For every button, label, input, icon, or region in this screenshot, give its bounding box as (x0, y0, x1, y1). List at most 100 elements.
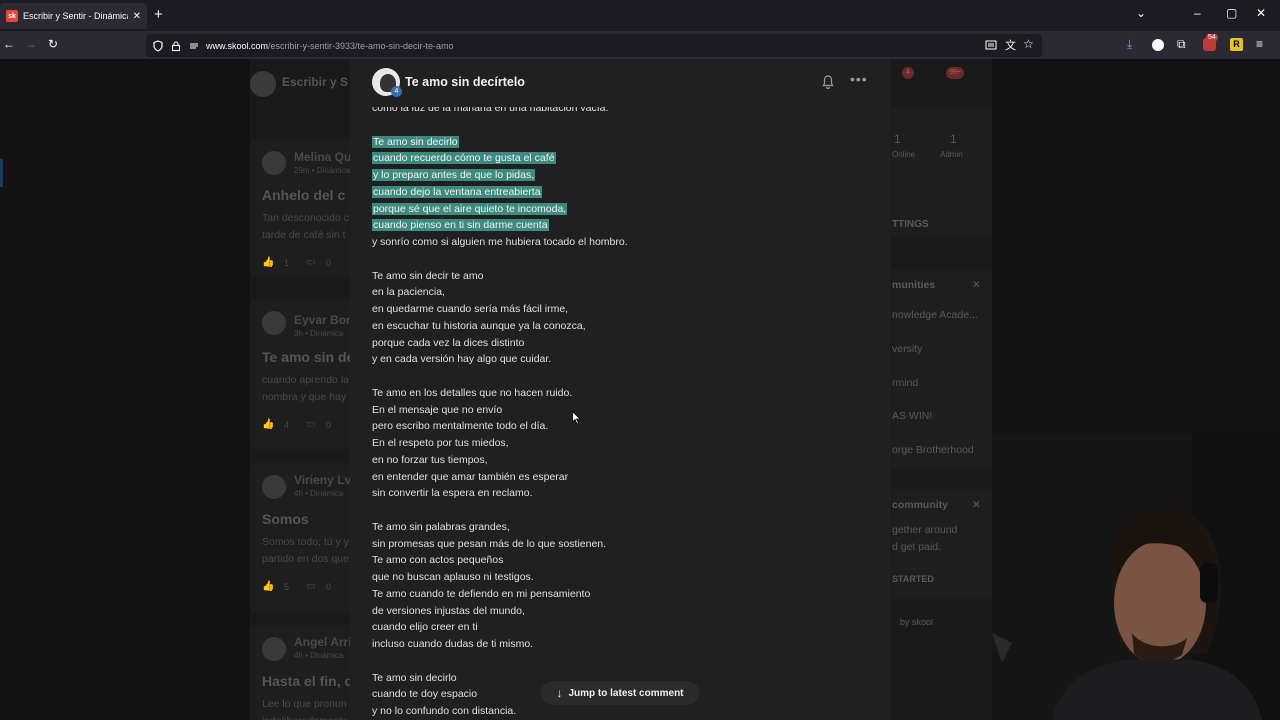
extensions-puzzle-icon[interactable]: ⧉ (1177, 37, 1186, 52)
like-icon[interactable]: 👍 (262, 257, 274, 268)
poem-line: pero escribo mentalmente todo el día. (372, 418, 548, 435)
post-modal: como la luz de la mañana en una habitaci… (350, 59, 891, 720)
close-icon[interactable]: ✕ (133, 11, 141, 22)
poem-line: cuando elijo creer en ti (372, 619, 478, 636)
avatar (262, 151, 286, 175)
hamburger-menu-icon[interactable]: ≡ (1256, 37, 1263, 51)
poem-line: y no lo confundo con distancia. (372, 703, 516, 720)
like-icon[interactable]: 👍 (262, 419, 274, 430)
back-arrow-icon[interactable]: ← (3, 37, 15, 51)
comment-count: 0 (326, 582, 332, 592)
webcam-person-image (992, 433, 1280, 720)
maximize-icon[interactable]: ▢ (1226, 6, 1237, 20)
poem-text: y sonrío como si alguien me hubiera toca… (372, 236, 628, 248)
minimize-icon[interactable]: – (1194, 6, 1201, 20)
powered-by-skool[interactable]: by skool (900, 617, 933, 627)
poem-line: y en cada versión hay algo que cuidar. (372, 351, 551, 368)
poem-line: en quedarme cuando sería más fácil irme, (372, 301, 568, 318)
reload-icon[interactable]: ↻ (48, 37, 58, 51)
browser-tab[interactable]: sk Escribir y Sentir - Dinámica Senti ✕ (0, 3, 147, 29)
poem-line: cuando recuerdo cómo te gusta el café (372, 150, 556, 167)
poem-line: Te amo en los detalles que no hacen ruid… (372, 385, 572, 402)
download-icon[interactable]: ⤓ (1127, 37, 1132, 52)
jump-label: Jump to latest comment (568, 687, 684, 699)
bell-icon[interactable] (822, 75, 834, 89)
extension-r-icon[interactable]: R (1230, 38, 1243, 51)
reader-view-icon[interactable] (985, 39, 997, 51)
poem-text: Te amo sin decir te amo (372, 269, 484, 282)
tab-list-chevron-icon[interactable]: ⌄ (1136, 6, 1146, 20)
more-options-icon[interactable]: ••• (850, 71, 868, 87)
poem-line: de versiones injustas del mundo, (372, 603, 525, 620)
community-link[interactable]: versity (892, 343, 922, 355)
close-icon[interactable]: ✕ (972, 279, 981, 291)
highlighted-text: cuando recuerdo cómo te gusta el café (372, 152, 556, 165)
poem-text: Te amo cuando te defiendo en mi pensamie… (372, 587, 591, 600)
poem-text: cuando elijo creer en ti (372, 621, 478, 634)
history-clock-icon[interactable] (1152, 39, 1164, 51)
poem-text: en la paciencia, (372, 286, 445, 299)
communities-title: munities (892, 279, 936, 291)
post-excerpt: nombra y que hay (262, 391, 347, 403)
community-name[interactable]: Escribir y S (282, 75, 348, 89)
like-count: 4 (284, 420, 290, 430)
post-title: Te amo sin dec (262, 349, 363, 365)
page-info-icon[interactable] (188, 40, 200, 52)
poem-line: sin convertir la espera en reclamo. (372, 485, 533, 502)
poem-line: cuando te doy espacio (372, 686, 477, 703)
get-started-button[interactable]: STARTED (892, 574, 934, 584)
poem-text: en entender que amar también es esperar (372, 470, 569, 483)
like-icon[interactable]: 👍 (262, 581, 274, 592)
community-link[interactable]: nowledge Acade... (892, 309, 978, 321)
community-link[interactable]: orge Brotherhood (892, 444, 974, 456)
mouse-cursor-icon (572, 411, 581, 425)
bookmark-star-icon[interactable]: ☆ (1023, 37, 1034, 51)
poem-line: y lo preparo antes de que lo pidas, (372, 167, 536, 184)
forward-arrow-icon[interactable]: → (25, 37, 37, 51)
arrow-down-icon: ↓ (556, 686, 563, 700)
post-excerpt: Lee lo que pronun (262, 698, 347, 710)
navigation-bar: ← → ↻ www.skool.com/escribir-y-sentir-39… (0, 31, 1280, 59)
post-title: Hasta el fin, de (262, 673, 361, 689)
tab-bar: sk Escribir y Sentir - Dinámica Senti ✕ … (0, 0, 1280, 31)
poem-line: En el mensaje que no envío (372, 402, 502, 419)
translate-icon[interactable]: 文 (1005, 37, 1016, 53)
poem-text: y en cada versión hay algo que cuidar. (372, 353, 552, 366)
poem-text: sin convertir la espera en reclamo. (372, 487, 533, 500)
address-bar[interactable]: www.skool.com/escribir-y-sentir-3933/te-… (146, 34, 1042, 57)
poem-text: en escuchar tu historia aunque ya la con… (372, 319, 586, 332)
webcam-overlay (992, 433, 1280, 720)
jump-to-latest-comment-button[interactable]: ↓ Jump to latest comment (541, 681, 699, 705)
shield-icon[interactable] (152, 39, 164, 52)
online-count: 1 (894, 132, 901, 146)
comment-icon[interactable]: ▭ (306, 419, 315, 430)
post-title: Te amo sin decírtelo (405, 75, 525, 89)
highlighted-text: y lo preparo antes de que lo pidas, (372, 169, 536, 181)
close-icon[interactable]: ✕ (972, 499, 981, 511)
community-link[interactable]: AS WIN! (892, 410, 932, 422)
poem-line: cuando dejo la ventana entreabierta (372, 184, 542, 201)
poem-line: En el respeto por tus miedos, (372, 435, 509, 452)
url-text: www.skool.com/escribir-y-sentir-3933/te-… (206, 40, 454, 51)
community-link[interactable]: rmind (892, 377, 918, 389)
admin-label: Admin (940, 150, 963, 159)
comment-icon[interactable]: ▭ (306, 581, 315, 592)
poem-text: que no buscan aplauso ni testigos. (372, 571, 534, 583)
window-close-icon[interactable]: ✕ (1256, 6, 1266, 20)
post-meta: 3h • Dinámica (294, 329, 344, 338)
community-logo-icon[interactable] (250, 71, 276, 97)
like-count: 5 (284, 582, 290, 592)
poem-line: en entender que amar también es esperar (372, 469, 568, 486)
new-tab-plus-icon[interactable]: + (154, 6, 163, 23)
lock-icon[interactable] (170, 40, 182, 52)
avatar (262, 637, 286, 661)
poem-line: Te amo sin decirlo (372, 670, 457, 687)
poem-text: pero escribo mentalmente todo el día. (372, 420, 549, 433)
comment-icon[interactable]: ▭ (306, 257, 315, 268)
poem-line: porque cada vez la dices distinto (372, 335, 524, 352)
post-title: Anhelo del c (262, 187, 346, 203)
poem-text: En el respeto por tus miedos, (372, 437, 509, 449)
post-excerpt: Tan desconocido c (262, 212, 349, 224)
settings-button[interactable]: TTINGS (892, 219, 929, 230)
poem-line: Te amo sin decirlo (372, 134, 459, 151)
